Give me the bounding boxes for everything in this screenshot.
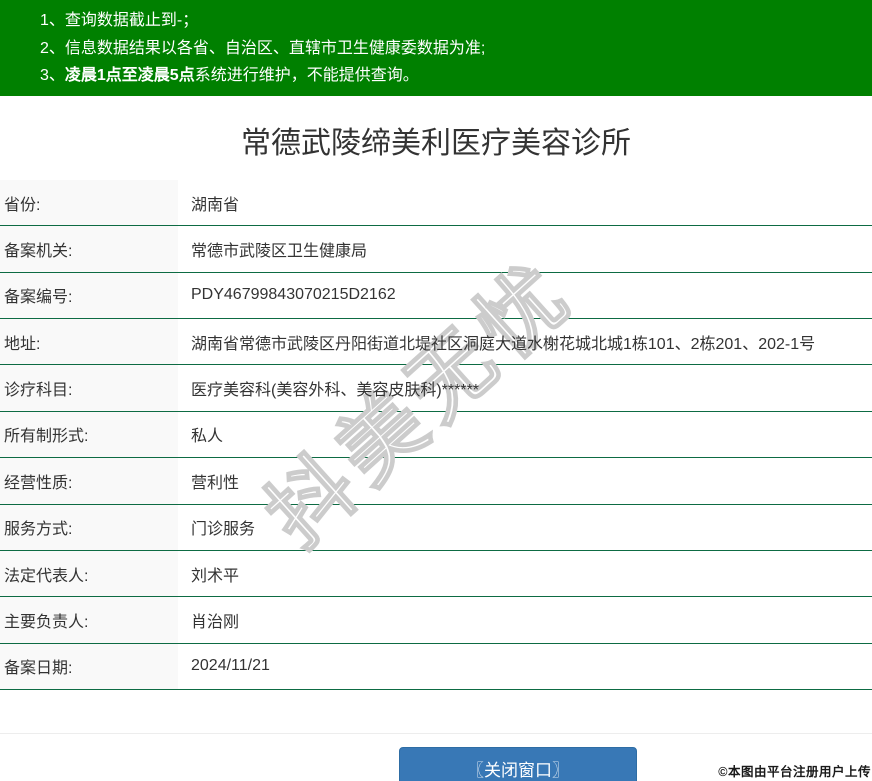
row-label-text: 服务方式:: [4, 521, 73, 539]
table-row-treatment-subjects: 诊疗科目: 医疗美容科(美容外科、美容皮肤科)******: [0, 365, 872, 412]
table-row-business-nature: 经营性质: 营利性: [0, 458, 872, 505]
close-window-button[interactable]: 〖关闭窗口〗: [399, 747, 637, 781]
table-row-legal-representative: 法定代表人: 刘术平: [0, 550, 872, 598]
notice-number: 2、: [40, 39, 65, 57]
row-label-text: 地址:: [4, 335, 41, 353]
row-label: 所有制形式:: [0, 411, 178, 458]
notice-number: 3、: [40, 67, 65, 84]
row-label: 备案日期:: [0, 643, 178, 689]
row-value-text: 营利性: [191, 474, 240, 492]
notice-banner: 1、查询数据截止到-； 2、信息数据结果以各省、自治区、直辖市卫生健康委数据为准…: [0, 0, 872, 96]
table-row-filing-authority: 备案机关: 常德市武陵区卫生健康局: [0, 226, 872, 273]
row-label: 主要负责人:: [0, 597, 178, 643]
row-label-text: 备案日期:: [4, 660, 73, 678]
page-title: 常德武陵缔美利医疗美容诊所: [241, 127, 631, 160]
notice-text: 查询数据截止到-；: [64, 12, 199, 29]
table-row-filing-number: 备案编号: PDY46799843070215D2162: [0, 272, 872, 320]
row-label-text: 法定代表人:: [4, 567, 89, 585]
row-value: 肖治刚: [178, 597, 872, 642]
notice-number: 1、: [40, 12, 65, 29]
row-value: 医疗美容科(美容外科、美容皮肤科)******: [178, 365, 872, 410]
row-label: 备案机关:: [0, 226, 178, 272]
row-value: 刘术平: [178, 551, 872, 596]
notice-bold-text: 凌晨1点至凌晨5点: [64, 67, 195, 84]
notice-line: 1、查询数据截止到-；: [40, 7, 862, 35]
table-row-address: 地址: 湖南省常德市武陵区丹阳街道北堤社区洞庭大道水榭花城北城1栋101、2栋2…: [0, 319, 872, 366]
row-label: 法定代表人:: [0, 550, 178, 597]
notice-line: 2、信息数据结果以各省、自治区、直辖市卫生健康委数据为准;: [40, 35, 862, 63]
row-label: 诊疗科目:: [0, 365, 178, 411]
table-row-filing-date: 备案日期: 2024/11/21: [0, 643, 872, 690]
row-label: 省份:: [0, 180, 178, 226]
row-label: 经营性质:: [0, 458, 178, 504]
notice-line: 3、凌晨1点至凌晨5点系统进行维护，不能提供查询。: [40, 62, 862, 90]
row-value-text: PDY46799843070215D2162: [191, 286, 396, 304]
row-label: 备案编号:: [0, 272, 178, 319]
row-value: PDY46799843070215D2162: [178, 273, 872, 318]
row-label-text: 主要负责人:: [4, 613, 89, 631]
row-value-text: 刘术平: [191, 567, 240, 585]
copyright-watermark: ©本图由平台注册用户上传: [718, 765, 871, 779]
row-value: 营利性: [178, 458, 872, 503]
row-label-text: 诊疗科目:: [4, 382, 73, 400]
row-value: 湖南省常德市武陵区丹阳街道北堤社区洞庭大道水榭花城北城1栋101、2栋201、2…: [178, 319, 872, 364]
row-value: 私人: [178, 412, 872, 457]
record-page: 1、查询数据截止到-； 2、信息数据结果以各省、自治区、直辖市卫生健康委数据为准…: [0, 0, 872, 781]
row-value-text: 湖南省常德市武陵区丹阳街道北堤社区洞庭大道水榭花城北城1栋101、2栋201、2…: [191, 335, 816, 353]
row-label: 地址:: [0, 319, 178, 365]
row-label: 服务方式:: [0, 504, 178, 550]
row-value: 2024/11/21: [178, 644, 872, 689]
row-value-text: 肖治刚: [191, 613, 240, 631]
row-value-text: 私人: [191, 428, 224, 446]
table-row-main-responsible-person: 主要负责人: 肖治刚: [0, 597, 872, 644]
row-value-text: 门诊服务: [191, 521, 256, 539]
row-label-text: 所有制形式:: [4, 428, 89, 446]
record-info-table: 省份: 湖南省 备案机关: 常德市武陵区卫生健康局 备案编号: PDY46799…: [0, 180, 872, 690]
table-row-service-mode: 服务方式: 门诊服务: [0, 504, 872, 551]
row-label-text: 备案机关:: [4, 243, 73, 261]
notice-text: 系统进行维护，不能提供查询。: [194, 67, 419, 84]
row-label-text: 备案编号:: [4, 289, 73, 307]
row-label-text: 省份:: [4, 196, 41, 214]
table-row-province: 省份: 湖南省: [0, 180, 872, 227]
row-value-text: 湖南省: [191, 196, 240, 214]
table-row-ownership-form: 所有制形式: 私人: [0, 411, 872, 459]
row-value: 门诊服务: [178, 505, 872, 550]
row-value-text: 2024/11/21: [191, 657, 270, 675]
notice-text: 信息数据结果以各省、自治区、直辖市卫生健康委数据为准;: [64, 39, 486, 57]
footer-divider: [0, 733, 872, 734]
row-value: 常德市武陵区卫生健康局: [178, 226, 872, 271]
row-value-text: 常德市武陵区卫生健康局: [191, 243, 368, 261]
row-value: 湖南省: [178, 180, 872, 225]
row-value-text: 医疗美容科(美容外科、美容皮肤科)******: [191, 382, 480, 400]
row-label-text: 经营性质:: [4, 474, 73, 492]
